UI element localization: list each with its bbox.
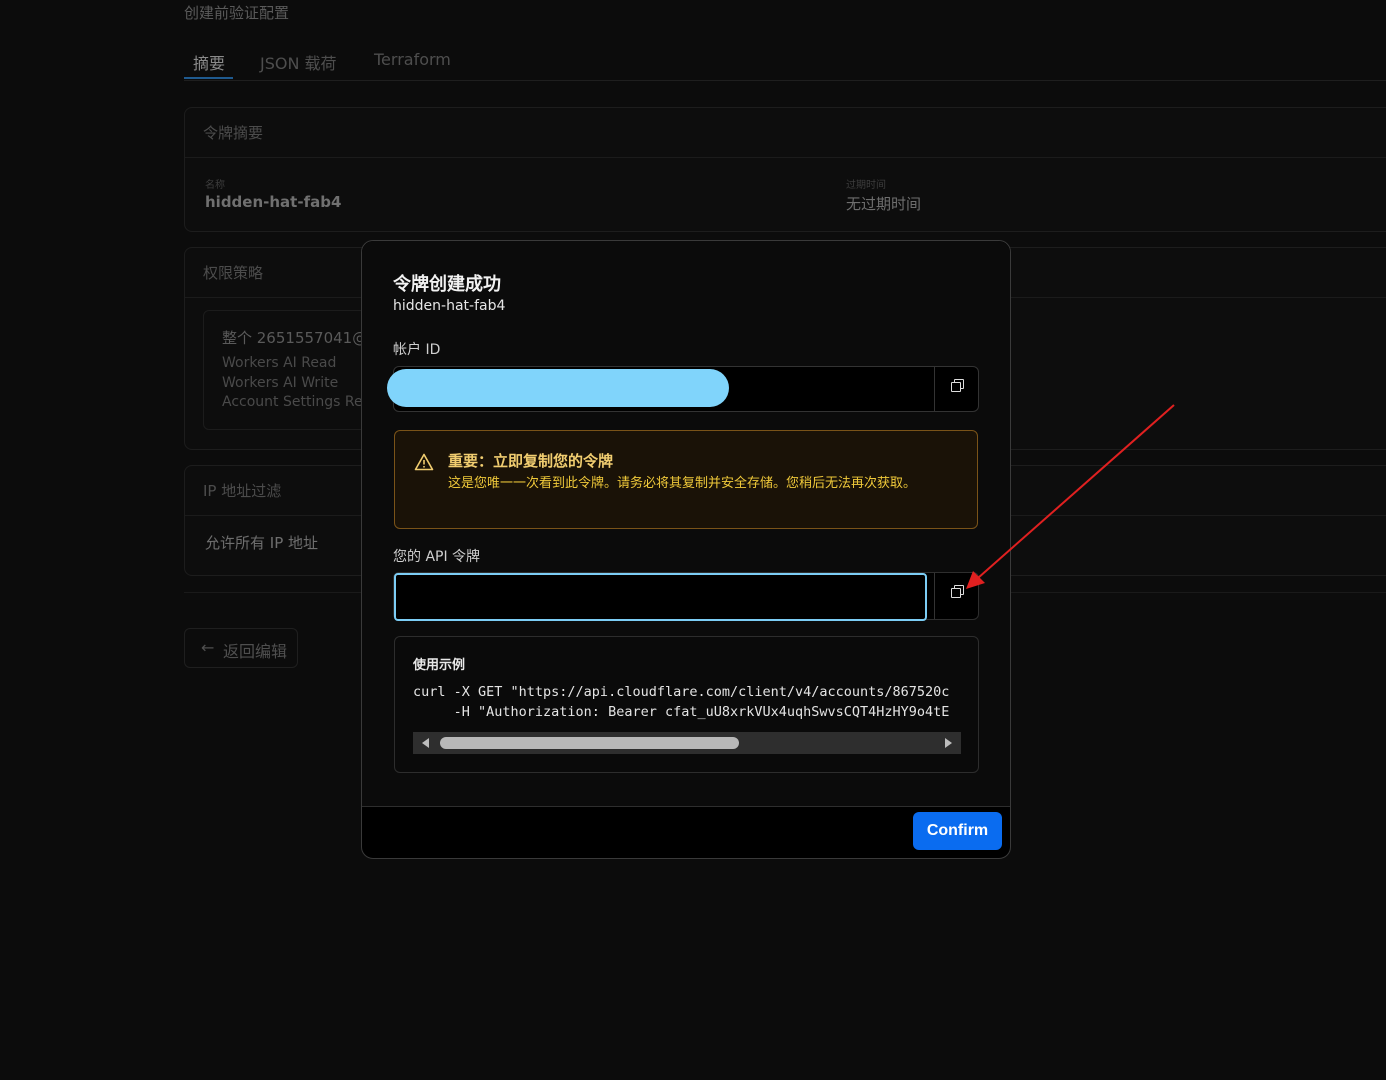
arrow-left-icon: ← [201, 638, 215, 657]
copy-icon-front [951, 382, 961, 392]
page-title: 创建前验证配置 [184, 4, 290, 22]
ip-filter-value: 允许所有 IP 地址 [205, 534, 319, 552]
permission-group: 整个 2651557041@qq Workers AI Read Workers… [203, 310, 385, 430]
token-summary-heading: 令牌摘要 [185, 108, 1386, 158]
api-token-label: 您的 API 令牌 [393, 549, 481, 565]
dialog-subtitle: hidden-hat-fab4 [393, 298, 506, 314]
scroll-right-icon[interactable] [945, 738, 952, 748]
name-value: hidden-hat-fab4 [205, 193, 342, 211]
token-created-dialog: 令牌创建成功 hidden-hat-fab4 帐户 ID 重要：立即复制您的令牌… [361, 240, 1011, 859]
tab-bar: 摘要 JSON 载荷 Terraform [184, 40, 1386, 81]
api-token-input[interactable] [394, 573, 927, 621]
scrollbar-thumb[interactable] [440, 737, 739, 749]
back-to-edit-button[interactable]: ← 返回编辑 [184, 628, 298, 668]
warning-title: 重要：立即复制您的令牌 [448, 452, 614, 470]
active-tab-indicator [184, 77, 233, 79]
scroll-left-icon[interactable] [422, 738, 429, 748]
usage-example: 使用示例 curl -X GET "https://api.cloudflare… [394, 636, 979, 773]
back-button-label: 返回编辑 [223, 642, 288, 661]
tab-terraform[interactable]: Terraform [374, 50, 451, 69]
warning-banner: 重要：立即复制您的令牌 这是您唯一一次看到此令牌。请务必将其复制并安全存储。您稍… [394, 430, 978, 529]
account-id-label: 帐户 ID [393, 342, 441, 358]
redaction-mark [387, 369, 729, 407]
warning-icon [414, 453, 434, 471]
copy-icon-front [951, 588, 961, 598]
tab-summary[interactable]: 摘要 [193, 50, 225, 74]
usage-example-code: curl -X GET "https://api.cloudflare.com/… [413, 684, 950, 720]
token-summary-card: 令牌摘要 名称 hidden-hat-fab4 过期时间 无过期时间 [184, 107, 1386, 232]
api-token-field [393, 572, 979, 621]
expiry-label: 过期时间 [846, 180, 886, 191]
warning-text: 这是您唯一一次看到此令牌。请务必将其复制并安全存储。您稍后无法再次获取。 [448, 476, 917, 491]
horizontal-scrollbar[interactable] [413, 732, 961, 754]
copy-api-token-button[interactable] [934, 573, 978, 619]
dialog-body: 令牌创建成功 hidden-hat-fab4 帐户 ID 重要：立即复制您的令牌… [362, 241, 1010, 807]
copy-account-id-button[interactable] [934, 367, 978, 411]
permission-item: Workers AI Read [222, 355, 337, 371]
confirm-button[interactable]: Confirm [913, 812, 1002, 850]
permission-item: Account Settings Read [222, 394, 381, 410]
expiry-value: 无过期时间 [846, 195, 922, 213]
permission-item: Workers AI Write [222, 375, 339, 391]
name-label: 名称 [205, 180, 225, 191]
usage-example-title: 使用示例 [413, 658, 466, 673]
dialog-title: 令牌创建成功 [393, 274, 501, 295]
tab-json-payload[interactable]: JSON 载荷 [260, 50, 337, 74]
